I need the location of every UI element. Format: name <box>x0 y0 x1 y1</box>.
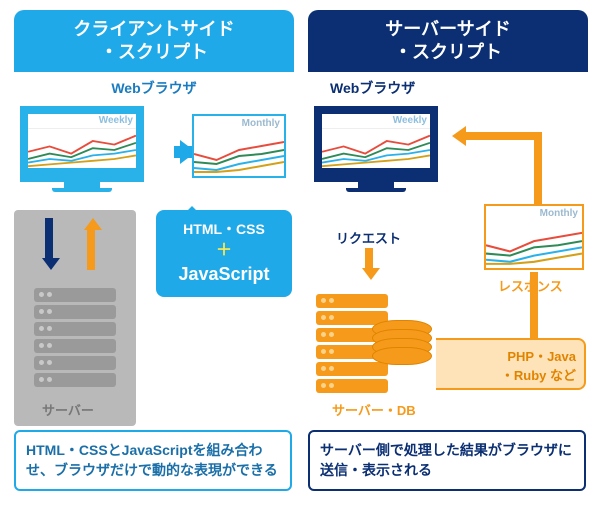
bubble-htmlcss: HTML・CSS <box>183 221 265 237</box>
chart-lines-icon <box>28 114 136 168</box>
server-browser-monitor: Weekly <box>314 106 438 192</box>
client-tech-bubble: HTML・CSS ＋ JavaScript <box>156 210 292 297</box>
upload-arrow-icon <box>84 218 98 270</box>
server-browser-label: Webブラウザ <box>308 78 588 98</box>
serverdb-label: サーバー・DB <box>332 400 416 419</box>
client-server-icon <box>34 288 116 390</box>
server-langs-box: PHP・Java ・Ruby など <box>436 338 586 390</box>
response-arrowhead-icon <box>452 126 466 146</box>
download-arrow-icon <box>42 218 56 270</box>
server-title-line2: ・スクリプト <box>308 41 588 64</box>
request-label: リクエスト <box>336 228 401 247</box>
client-server-label: サーバー <box>42 400 94 419</box>
bubble-plus: ＋ <box>162 240 286 262</box>
client-header: クライアントサイド ・スクリプト <box>14 10 294 72</box>
langs-to-response-path <box>530 272 538 338</box>
client-browser-label: Webブラウザ <box>14 78 294 98</box>
client-caption: HTML・CSSとJavaScriptを組み合わせ、ブラウザだけで動的な表現がで… <box>14 430 292 491</box>
server-chart-weekly: Weekly <box>322 114 430 168</box>
server-panel-monthly: Monthly <box>484 204 584 270</box>
chart-lines-icon <box>322 114 430 168</box>
client-chart-weekly: Weekly <box>28 114 136 168</box>
server-side-column: サーバーサイド ・スクリプト Webブラウザ Weekly <box>308 10 588 500</box>
client-title-line2: ・スクリプト <box>14 41 294 64</box>
server-header: サーバーサイド ・スクリプト <box>308 10 588 72</box>
langs-line1: PHP・Java <box>444 346 576 365</box>
client-browser-monitor: Weekly <box>20 106 144 192</box>
bubble-js: JavaScript <box>178 264 269 284</box>
server-body: Webブラウザ Weekly M <box>308 78 588 440</box>
client-panel-monthly: Monthly <box>192 114 286 178</box>
client-body: Webブラウザ Weekly Monthly <box>14 78 294 440</box>
request-arrow-icon <box>362 248 376 280</box>
monthly-tag: Monthly <box>540 208 578 219</box>
database-icon <box>372 320 432 365</box>
monthly-tag: Monthly <box>242 118 280 129</box>
client-title-line1: クライアントサイド <box>14 18 294 41</box>
response-path-vert <box>534 132 542 204</box>
client-side-column: クライアントサイド ・スクリプト Webブラウザ Weekly <box>14 10 294 500</box>
server-caption: サーバー側で処理した結果がブラウザに送信・表示される <box>308 430 586 491</box>
server-title-line1: サーバーサイド <box>308 18 588 41</box>
langs-line2: ・Ruby など <box>444 365 576 384</box>
response-path-horiz <box>464 132 542 140</box>
